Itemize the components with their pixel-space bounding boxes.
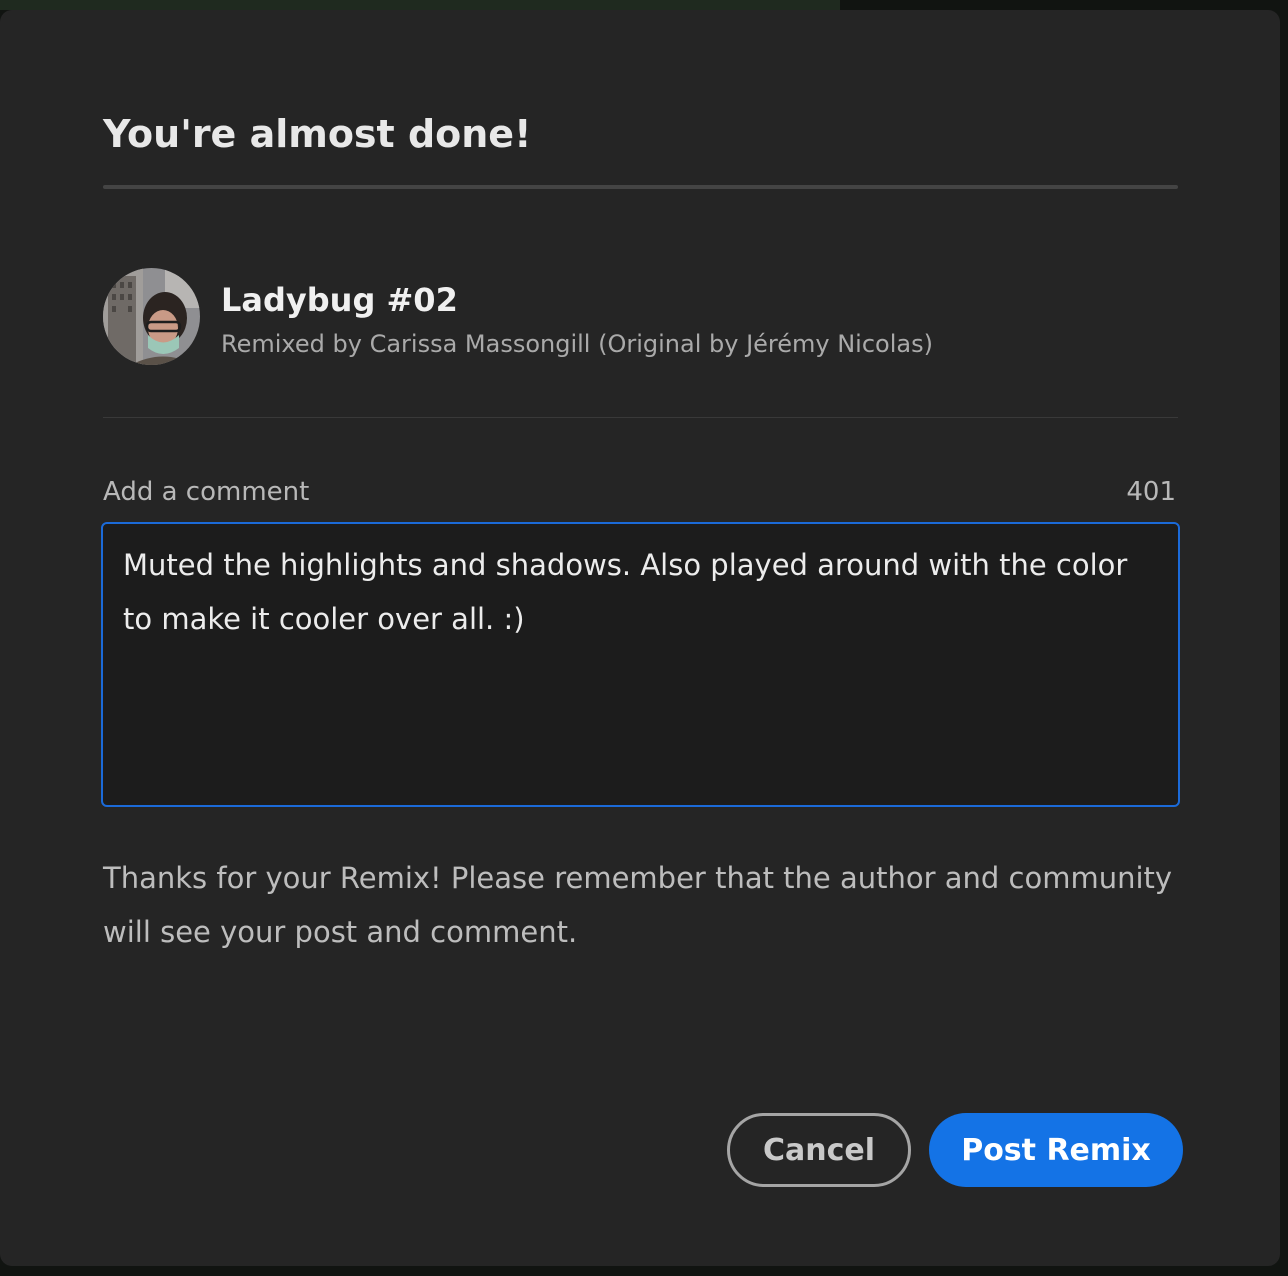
avatar <box>103 268 200 365</box>
dialog-title: You're almost done! <box>103 112 532 156</box>
comment-label: Add a comment <box>103 477 310 507</box>
cancel-button[interactable]: Cancel <box>727 1113 911 1187</box>
backdrop <box>0 0 840 10</box>
title-divider <box>103 185 1178 189</box>
remix-credit: Remixed by Carissa Massongill (Original … <box>221 330 933 358</box>
post-remix-button[interactable]: Post Remix <box>929 1113 1183 1187</box>
character-counter: 401 <box>1126 477 1176 507</box>
community-notice: Thanks for your Remix! Please remember t… <box>103 861 1173 949</box>
project-name: Ladybug #02 <box>221 281 458 319</box>
section-divider <box>103 417 1178 418</box>
remix-dialog: You're almost done! Ladybug #02 Remixed … <box>0 10 1280 1266</box>
comment-textarea[interactable]: Muted the highlights and shadows. Also p… <box>101 522 1180 807</box>
